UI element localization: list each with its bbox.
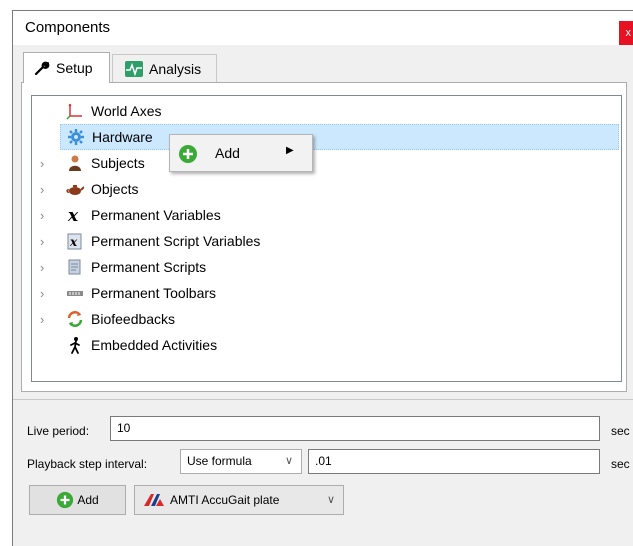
chevron-down-icon: ∨: [326, 494, 335, 506]
context-menu-item-label: Add: [215, 145, 240, 161]
window-title: Components: [25, 19, 111, 36]
amti-logo-icon: [143, 493, 165, 507]
context-menu: Add ▶: [169, 134, 313, 172]
components-window: Components x Setup Analysis World Axes H…: [12, 10, 633, 546]
tree-item-label: Hardware: [92, 129, 153, 145]
tab-setup-label: Setup: [56, 60, 93, 76]
playback-mode-select[interactable]: Use formula ∨: [180, 449, 302, 474]
tab-setup[interactable]: Setup: [23, 52, 110, 83]
components-tree: World Axes Hardware › Subjects › Objects…: [31, 95, 622, 382]
plus-circle-icon: [56, 491, 74, 509]
chevron-right-icon[interactable]: ›: [40, 156, 50, 171]
add-button-label: Add: [77, 493, 99, 507]
axes-icon: [66, 102, 84, 120]
device-select-value: AMTI AccuGait plate: [170, 493, 280, 507]
tree-item-world-axes[interactable]: World Axes: [32, 98, 621, 124]
script-variable-icon: x: [66, 232, 84, 250]
tree-item-permanent-scripts[interactable]: › Permanent Scripts: [32, 254, 621, 280]
add-button[interactable]: Add: [29, 485, 126, 515]
live-period-label: Live period:: [27, 424, 90, 438]
tree-item-label: Objects: [91, 181, 139, 197]
tree-item-biofeedbacks[interactable]: › Biofeedbacks: [32, 306, 621, 332]
svg-text:x: x: [67, 206, 79, 224]
playback-step-unit: sec: [611, 457, 630, 471]
chevron-right-icon[interactable]: ›: [40, 260, 50, 275]
live-period-unit: sec: [611, 424, 630, 438]
variable-icon: x: [66, 206, 84, 224]
wrench-icon: [34, 60, 50, 76]
title-bar: Components x: [13, 11, 633, 45]
tree-item-label: Permanent Script Variables: [91, 233, 261, 249]
walking-figure-icon: [66, 336, 84, 354]
tree-item-label: Subjects: [91, 155, 145, 171]
plus-circle-icon: [178, 144, 198, 167]
chevron-right-icon[interactable]: ›: [40, 234, 50, 249]
chevron-right-icon[interactable]: ›: [40, 286, 50, 301]
chevron-down-icon: ∨: [284, 455, 293, 467]
chevron-right-icon[interactable]: ›: [40, 182, 50, 197]
tree-item-permanent-variables[interactable]: › x Permanent Variables: [32, 202, 621, 228]
tree-item-label: Permanent Toolbars: [91, 285, 217, 301]
device-select[interactable]: AMTI AccuGait plate ∨: [134, 485, 344, 515]
waveform-icon: [125, 60, 143, 77]
context-menu-item-add[interactable]: Add ▶: [170, 135, 312, 171]
chevron-right-icon[interactable]: ›: [40, 208, 50, 223]
gear-icon: [67, 128, 85, 146]
tree-item-label: Biofeedbacks: [91, 311, 176, 327]
tree-item-label: World Axes: [91, 103, 162, 119]
scroll-icon: [66, 258, 84, 276]
teapot-icon: [66, 180, 84, 198]
close-button[interactable]: x: [619, 21, 633, 45]
tree-item-permanent-toolbars[interactable]: › Permanent Toolbars: [32, 280, 621, 306]
setup-panel: World Axes Hardware › Subjects › Objects…: [21, 82, 627, 392]
tree-item-subjects[interactable]: › Subjects: [32, 150, 621, 176]
tab-analysis-label: Analysis: [149, 60, 202, 77]
tree-item-label: Embedded Activities: [91, 337, 218, 353]
tree-item-permanent-script-variables[interactable]: › x Permanent Script Variables: [32, 228, 621, 254]
tree-item-embedded-activities[interactable]: Embedded Activities: [32, 332, 621, 358]
tree-item-objects[interactable]: › Objects: [32, 176, 621, 202]
tree-item-label: Permanent Scripts: [91, 259, 207, 275]
person-icon: [66, 154, 84, 172]
feedback-loop-icon: [66, 310, 84, 328]
tab-analysis[interactable]: Analysis: [112, 54, 217, 82]
tree-item-label: Permanent Variables: [91, 207, 221, 223]
toolbar-icon: [66, 284, 84, 302]
live-period-input[interactable]: 10: [110, 416, 600, 441]
playback-mode-value: Use formula: [187, 454, 252, 468]
playback-step-label: Playback step interval:: [27, 457, 148, 471]
tree-item-hardware[interactable]: Hardware: [60, 124, 619, 150]
playback-step-input[interactable]: .01: [308, 449, 600, 474]
svg-text:x: x: [69, 235, 78, 249]
divider: [13, 399, 633, 400]
triangle-right-icon: ▶: [286, 145, 294, 156]
chevron-right-icon[interactable]: ›: [40, 312, 50, 327]
